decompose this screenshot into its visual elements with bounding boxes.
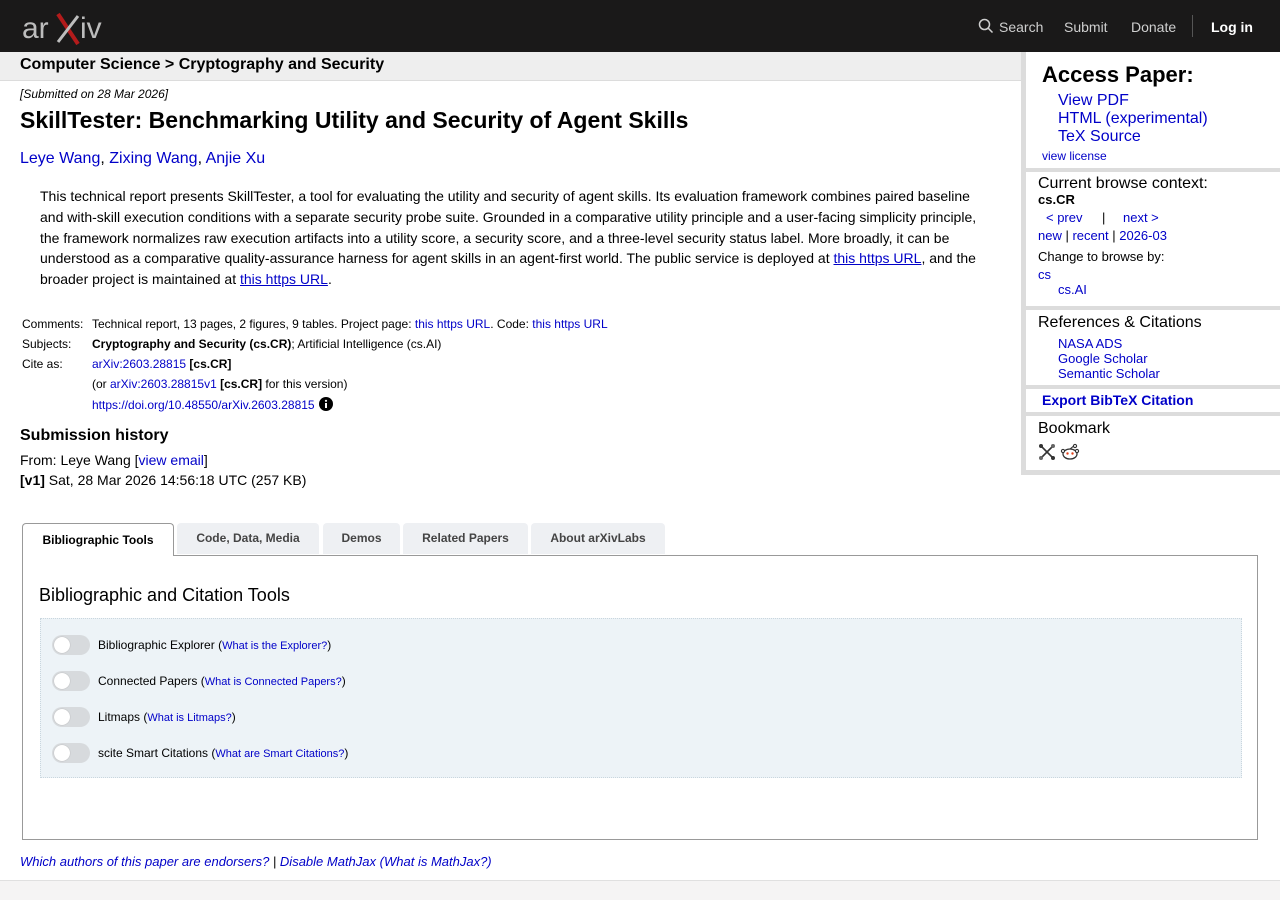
sidebar: Access Paper: View PDF HTML (experimenta…: [1021, 52, 1280, 475]
sidebar-divider: [1026, 412, 1280, 416]
cite-id-link[interactable]: arXiv:2603.28815: [92, 357, 186, 371]
svg-text:ar: ar: [22, 12, 49, 45]
footer-bar: [0, 880, 1280, 900]
bibsonomy-icon[interactable]: [1038, 443, 1056, 461]
new-link[interactable]: new: [1038, 228, 1062, 243]
project-page-link[interactable]: this https URL: [415, 317, 490, 331]
cite-label: Cite as:: [22, 357, 63, 371]
tab-code-data-media[interactable]: Code, Data, Media: [177, 523, 319, 554]
access-paper-title: Access Paper:: [1042, 62, 1194, 87]
tool-help-link[interactable]: What is Connected Papers?: [205, 676, 342, 688]
semantic-scholar-link[interactable]: Semantic Scholar: [1058, 366, 1160, 381]
search-icon[interactable]: [978, 18, 994, 34]
submitted-date: [Submitted on 28 Mar 2026]: [20, 87, 169, 101]
toggle-knob: [54, 709, 70, 725]
comments-label: Comments:: [22, 317, 84, 331]
what-mathjax-link[interactable]: (What is MathJax?): [380, 854, 492, 869]
browse-cs-link[interactable]: cs: [1038, 267, 1051, 282]
nav-divider: [1192, 15, 1193, 37]
subjects-label: Subjects:: [22, 337, 72, 351]
tool-help-link[interactable]: What is the Explorer?: [222, 640, 327, 652]
browse-csai-link[interactable]: cs.AI: [1058, 282, 1087, 297]
view-license-link[interactable]: view license: [1042, 149, 1107, 163]
nasa-ads-link[interactable]: NASA ADS: [1058, 336, 1122, 351]
tex-source-link[interactable]: TeX Source: [1058, 128, 1141, 146]
browse-context-title: Current browse context:: [1038, 175, 1208, 192]
disable-mathjax-link[interactable]: Disable MathJax: [280, 854, 376, 869]
nav-submit-link[interactable]: Submit: [1064, 19, 1108, 35]
submission-from: From: Leye Wang [view email]: [20, 452, 208, 468]
tab-demos[interactable]: Demos: [323, 523, 400, 554]
reddit-icon[interactable]: [1060, 443, 1080, 461]
browse-context-category: cs.CR: [1038, 192, 1075, 207]
author-list: Leye Wang, Zixing Wang, Anjie Xu: [20, 150, 266, 167]
nav-search-link[interactable]: Search: [999, 19, 1043, 35]
panel-title: Bibliographic and Citation Tools: [39, 585, 290, 605]
recent-link[interactable]: recent: [1072, 228, 1108, 243]
abstract-link-service[interactable]: this https URL: [834, 250, 922, 266]
primary-subject: Cryptography and Security (cs.CR): [92, 337, 292, 351]
bookmark-title: Bookmark: [1038, 420, 1111, 437]
sidebar-divider: [1026, 306, 1280, 310]
change-browse-label: Change to browse by:: [1038, 249, 1165, 264]
toggle-switch[interactable]: [52, 743, 90, 763]
tab-panel: Bibliographic and Citation Tools Bibliog…: [22, 555, 1258, 840]
author-link[interactable]: Zixing Wang: [109, 150, 197, 167]
author-link[interactable]: Leye Wang: [20, 150, 100, 167]
prev-link[interactable]: < prev: [1046, 210, 1083, 225]
html-link[interactable]: HTML (experimental): [1058, 110, 1208, 128]
abstract: This technical report presents SkillTest…: [40, 188, 977, 288]
breadcrumb-bar: Computer Science > Cryptography and Secu…: [0, 52, 1021, 81]
paper-title: SkillTester: Benchmarking Utility and Se…: [20, 107, 689, 133]
code-link[interactable]: this https URL: [532, 317, 607, 331]
sidebar-divider: [1026, 385, 1280, 389]
toggle-knob: [54, 745, 70, 761]
toggle-switch[interactable]: [52, 635, 90, 655]
tools-box: Bibliographic Explorer (What is the Expl…: [40, 618, 1242, 778]
toggle-switch[interactable]: [52, 707, 90, 727]
references-title: References & Citations: [1038, 314, 1202, 331]
tab-bibliographic-tools[interactable]: Bibliographic Tools: [22, 523, 174, 556]
nav-login-link[interactable]: Log in: [1211, 19, 1253, 35]
nav-donate-link[interactable]: Donate: [1131, 19, 1176, 35]
tool-help-link[interactable]: What are Smart Citations?: [215, 748, 344, 760]
toggle-knob: [54, 637, 70, 653]
top-navbar: ar iv Search Submit Donate Log in: [0, 0, 1280, 52]
version-v1: [v1] Sat, 28 Mar 2026 14:56:18 UTC (257 …: [20, 472, 307, 488]
toggle-knob: [54, 673, 70, 689]
info-icon[interactable]: [318, 397, 333, 411]
tab-related-papers[interactable]: Related Papers: [403, 523, 528, 554]
tab-about-arxivlabs[interactable]: About arXivLabs: [531, 523, 665, 554]
cite-version-link[interactable]: arXiv:2603.28815v1: [110, 377, 217, 391]
tool-help-link[interactable]: What is Litmaps?: [147, 712, 231, 724]
svg-text:iv: iv: [80, 12, 102, 45]
export-bibtex-link[interactable]: Export BibTeX Citation: [1042, 392, 1193, 408]
abstract-link-project[interactable]: this https URL: [240, 271, 328, 287]
view-pdf-link[interactable]: View PDF: [1058, 92, 1129, 110]
view-email-link[interactable]: view email: [139, 452, 204, 468]
toggle-switch[interactable]: [52, 671, 90, 691]
google-scholar-link[interactable]: Google Scholar: [1058, 351, 1148, 366]
author-link[interactable]: Anjie Xu: [206, 150, 266, 167]
endorsers-link[interactable]: Which authors of this paper are endorser…: [20, 854, 269, 869]
footer-links: Which authors of this paper are endorser…: [20, 854, 492, 869]
breadcrumb[interactable]: Computer Science > Cryptography and Secu…: [20, 56, 384, 74]
submission-history-title: Submission history: [20, 427, 169, 444]
arxiv-logo[interactable]: ar iv: [22, 8, 114, 48]
doi-link[interactable]: https://doi.org/10.48550/arXiv.2603.2881…: [92, 398, 315, 412]
next-link[interactable]: next >: [1123, 210, 1159, 225]
month-link[interactable]: 2026-03: [1119, 228, 1167, 243]
sidebar-divider: [1026, 168, 1280, 172]
